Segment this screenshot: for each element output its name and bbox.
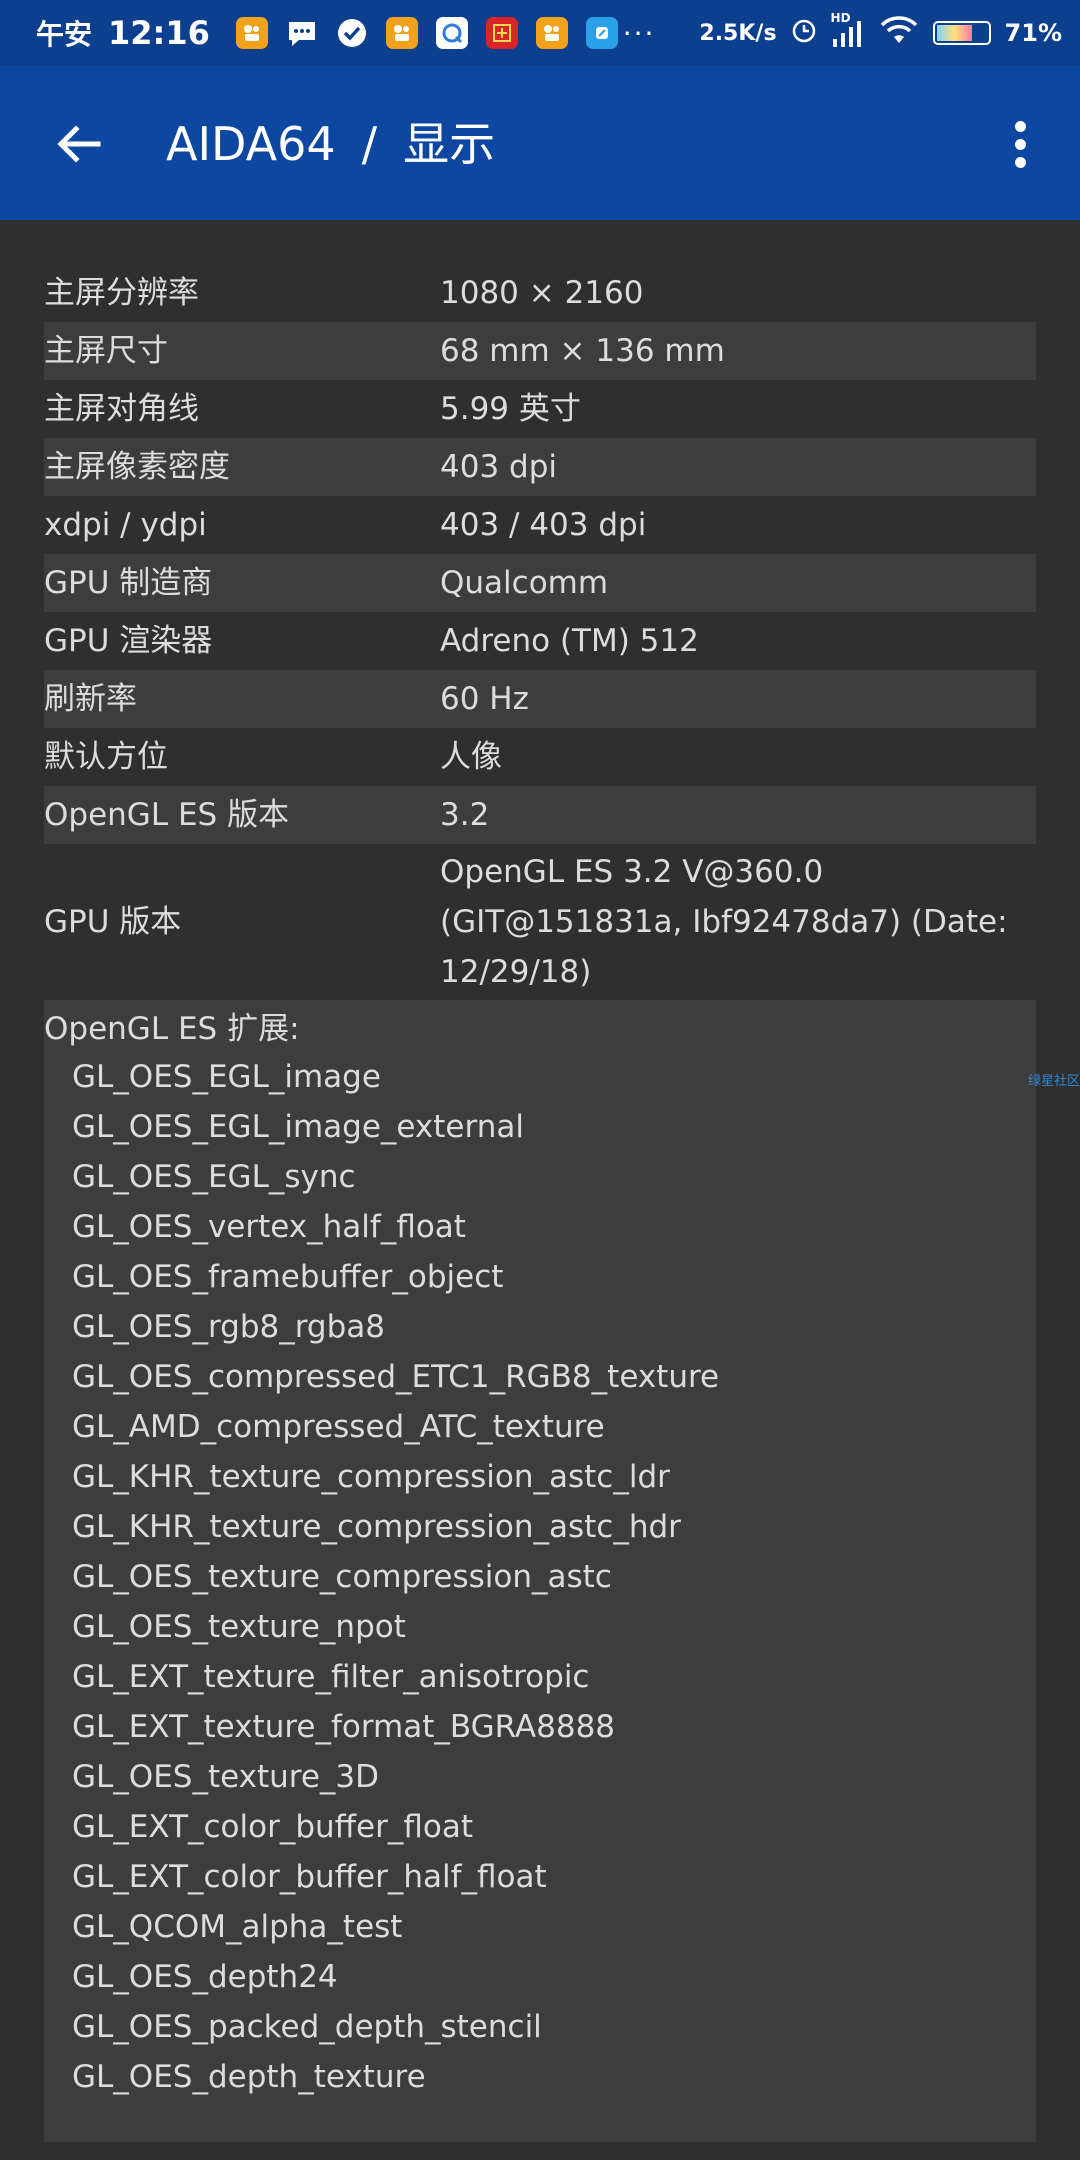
info-label: GPU 渲染器: [44, 623, 213, 659]
info-label: OpenGL ES 版本: [44, 797, 290, 833]
extension-item: GL_OES_rgb8_rgba8: [72, 1309, 386, 1345]
app-bar: AIDA64 / 显示: [0, 66, 1080, 220]
info-value: 60 Hz: [440, 681, 529, 717]
info-value: 1080 × 2160: [440, 275, 644, 311]
app-name: AIDA64: [166, 117, 336, 171]
more-vert-icon: [1014, 120, 1026, 132]
info-value-line: 12/29/18): [440, 954, 592, 990]
info-label: 主屏对角线: [44, 391, 199, 427]
blue-app-icon: [585, 17, 618, 49]
extension-item: GL_EXT_texture_format_BGRA8888: [72, 1709, 616, 1745]
extension-item: GL_EXT_color_buffer_half_float: [72, 1859, 547, 1895]
info-label: GPU 制造商: [44, 565, 213, 601]
info-value: 3.2: [440, 797, 490, 833]
info-row-resolution: 主屏分辨率 1080 × 2160: [44, 264, 1036, 322]
extension-item: GL_QCOM_alpha_test: [72, 1909, 403, 1945]
info-label: 主屏分辨率: [44, 275, 199, 311]
info-label: 默认方位: [44, 739, 168, 775]
extension-item: GL_OES_compressed_ETC1_RGB8_texture: [72, 1359, 720, 1395]
kuaishou-icon: [535, 17, 568, 49]
extension-item: GL_OES_depth24: [72, 1959, 338, 1995]
extension-item: GL_AMD_compressed_ATC_texture: [72, 1409, 605, 1445]
status-right: ··· 2.5K/s HD 71%: [623, 0, 1062, 66]
kuaishou-icon: [235, 17, 268, 49]
info-row-gpu-renderer: GPU 渲染器 Adreno (TM) 512: [44, 612, 1036, 670]
extension-item: GL_KHR_texture_compression_astc_hdr: [72, 1509, 681, 1545]
more-notifications-icon: ···: [622, 16, 656, 50]
extension-item: GL_OES_texture_compression_astc: [72, 1559, 612, 1595]
info-label: xdpi / ydpi: [44, 507, 207, 543]
extension-item: GL_OES_EGL_image: [72, 1059, 381, 1095]
info-label: 刷新率: [44, 681, 137, 717]
title-separator: /: [361, 117, 378, 171]
info-value: 403 dpi: [440, 449, 557, 485]
extensions-title: OpenGL ES 扩展:: [44, 1011, 300, 1047]
info-value: 人像: [440, 739, 502, 775]
info-label: 主屏像素密度: [44, 449, 230, 485]
extension-item: GL_OES_vertex_half_float: [72, 1209, 466, 1245]
back-button[interactable]: [50, 116, 106, 172]
wifi-icon: [879, 16, 919, 50]
alarm-icon: [791, 18, 817, 48]
info-row-orientation: 默认方位 人像: [44, 728, 1036, 786]
info-label: 主屏尺寸: [44, 333, 168, 369]
red-app-icon: [485, 17, 518, 49]
extension-item: GL_EXT_texture_filter_anisotropic: [72, 1659, 590, 1695]
extension-item: GL_OES_depth_texture: [72, 2059, 426, 2095]
info-value: 403 / 403 dpi: [440, 507, 647, 543]
extension-item: GL_OES_EGL_image_external: [72, 1109, 524, 1145]
status-time-prefix: 午安: [36, 18, 93, 51]
extension-item: GL_OES_texture_npot: [72, 1609, 406, 1645]
battery-percent: 71%: [1004, 19, 1062, 47]
info-value: 5.99 英寸: [440, 391, 581, 427]
page-title: AIDA64 / 显示: [166, 116, 495, 172]
notification-icons: [235, 17, 618, 49]
camera-app-icon: [435, 17, 468, 49]
info-row-gpu-vendor: GPU 制造商 Qualcomm: [44, 554, 1036, 612]
extension-item: GL_OES_texture_3D: [72, 1759, 380, 1795]
network-speed: 2.5K/s: [699, 20, 777, 46]
status-bar: 午安 12:16 ··· 2.5K/s HD 71%: [0, 0, 1080, 66]
extension-item: GL_OES_framebuffer_object: [72, 1259, 504, 1295]
info-row-diagonal: 主屏对角线 5.99 英寸: [44, 380, 1036, 438]
info-label: GPU 版本: [44, 904, 182, 940]
info-row-screen-size: 主屏尺寸 68 mm × 136 mm: [44, 322, 1036, 380]
info-row-xdpi-ydpi: xdpi / ydpi 403 / 403 dpi: [44, 496, 1036, 554]
info-row-pixel-density: 主屏像素密度 403 dpi: [44, 438, 1036, 496]
extension-item: GL_OES_packed_depth_stencil: [72, 2009, 542, 2045]
info-value-line: (GIT@151831a, Ibf92478da7) (Date:: [440, 904, 1008, 940]
info-value-line: OpenGL ES 3.2 V@360.0: [440, 854, 824, 890]
info-row-gpu-version: GPU 版本 OpenGL ES 3.2 V@360.0 (GIT@151831…: [44, 844, 1036, 1000]
battery-icon: [932, 21, 991, 45]
extension-item: GL_KHR_texture_compression_astc_ldr: [72, 1459, 670, 1495]
opengl-extensions-block: OpenGL ES 扩展: GL_OES_EGL_image GL_OES_EG…: [44, 1000, 1036, 2142]
section-name: 显示: [403, 117, 496, 171]
display-info-list[interactable]: 主屏分辨率 1080 × 2160 主屏尺寸 68 mm × 136 mm 主屏…: [44, 264, 1036, 2142]
status-time: 12:16: [108, 14, 210, 52]
info-value: 68 mm × 136 mm: [440, 333, 725, 369]
overflow-menu-button[interactable]: [1000, 114, 1040, 174]
signal-icon: HD: [831, 11, 865, 51]
extension-item: GL_EXT_color_buffer_float: [72, 1809, 473, 1845]
extension-item: GL_OES_EGL_sync: [72, 1159, 356, 1195]
info-value: OpenGL ES 3.2 V@360.0 (GIT@151831a, Ibf9…: [440, 844, 1036, 1000]
info-value: Qualcomm: [440, 565, 609, 601]
info-value: Adreno (TM) 512: [440, 623, 699, 659]
check-icon: [336, 17, 368, 49]
watermark: 绿星社区: [1027, 1074, 1080, 1089]
message-icon: [286, 17, 318, 49]
info-row-refresh-rate: 刷新率 60 Hz: [44, 670, 1036, 728]
kuaishou-icon: [385, 17, 418, 49]
info-row-opengl-version: OpenGL ES 版本 3.2: [44, 786, 1036, 844]
arrow-back-icon: [57, 125, 101, 163]
